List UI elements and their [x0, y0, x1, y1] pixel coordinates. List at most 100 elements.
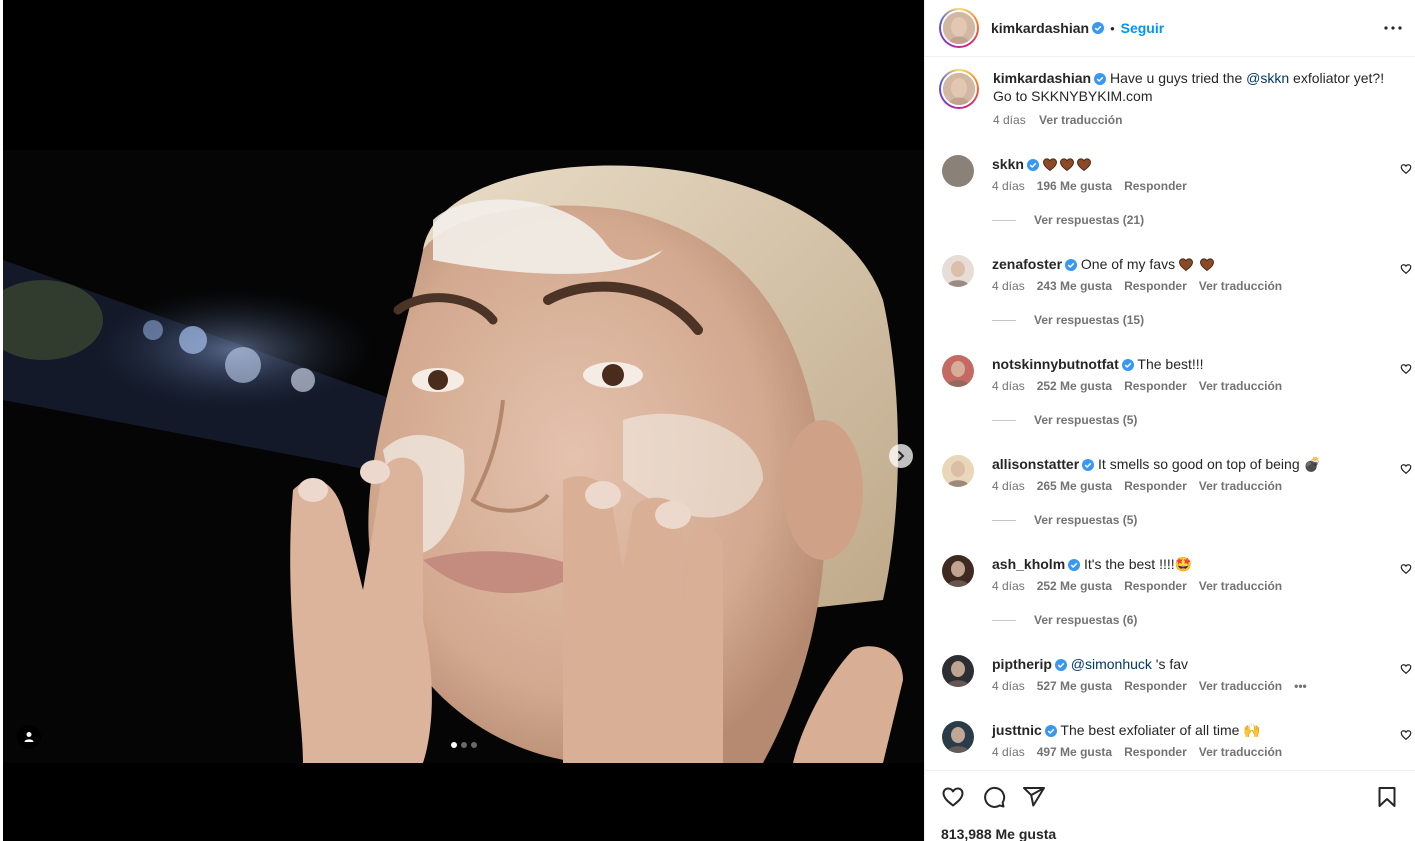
- tagged-users-button[interactable]: [17, 725, 41, 749]
- commenter-username[interactable]: zenafoster: [992, 256, 1062, 272]
- commenter-avatar[interactable]: [942, 355, 974, 387]
- comment-timestamp[interactable]: 4 días: [992, 179, 1025, 193]
- comment-like-heart-icon[interactable]: [1400, 163, 1412, 175]
- view-replies-button[interactable]: Ver respuestas (5): [992, 513, 1137, 527]
- post-media-panel: [0, 0, 924, 841]
- caption-username[interactable]: kimkardashian: [993, 70, 1091, 86]
- comment-like-count[interactable]: 196 Me gusta: [1037, 179, 1112, 193]
- commenter-username[interactable]: ash_kholm: [992, 556, 1065, 572]
- comment-like-heart-icon[interactable]: [1400, 363, 1412, 375]
- view-replies-button[interactable]: Ver respuestas (21): [992, 213, 1144, 227]
- comment-like-count[interactable]: 243 Me gusta: [1037, 279, 1112, 293]
- comment-more-options[interactable]: •••: [1294, 679, 1307, 693]
- comment-timestamp[interactable]: 4 días: [992, 579, 1025, 593]
- comment-like-heart-icon[interactable]: [1400, 263, 1412, 275]
- comment-meta: 4 días 196 Me gusta Responder: [992, 179, 1199, 193]
- brown-heart-icon: [1199, 258, 1214, 271]
- commenter-username[interactable]: piptherip: [992, 656, 1052, 672]
- comment-body: notskinnybutnotfat The best!!!: [992, 355, 1372, 373]
- post-photo[interactable]: [3, 150, 924, 763]
- commenter-username[interactable]: notskinnybutnotfat: [992, 356, 1119, 372]
- more-options-button[interactable]: [1381, 16, 1405, 40]
- carousel-next-button[interactable]: [889, 444, 913, 468]
- reply-button[interactable]: Responder: [1124, 179, 1187, 193]
- caption-translate-link[interactable]: Ver traducción: [1039, 113, 1122, 127]
- commenter-username[interactable]: allisonstatter: [992, 456, 1079, 472]
- commenter-username[interactable]: justtnic: [992, 722, 1042, 738]
- caption-text-start: Have u guys tried the: [1109, 70, 1247, 86]
- post-caption: kimkardashian Have u guys tried the @skk…: [939, 69, 1399, 129]
- translate-link[interactable]: Ver traducción: [1199, 745, 1282, 759]
- view-replies-button[interactable]: Ver respuestas (5): [992, 413, 1137, 427]
- commenter-avatar[interactable]: [942, 655, 974, 687]
- commenter-avatar[interactable]: [942, 455, 974, 487]
- commenter-avatar[interactable]: [942, 155, 974, 187]
- comment-text: It's the best !!!!🤩: [1084, 556, 1193, 572]
- view-replies-button[interactable]: Ver respuestas (15): [992, 313, 1144, 327]
- comment-body: skkn: [992, 155, 1372, 173]
- commenter-avatar[interactable]: [942, 721, 974, 753]
- translate-link[interactable]: Ver traducción: [1199, 679, 1282, 693]
- comment-body: allisonstatter It smells so good on top …: [992, 455, 1372, 473]
- comment-like-heart-icon[interactable]: [1400, 663, 1412, 675]
- reply-button[interactable]: Responder: [1124, 679, 1187, 693]
- view-replies-label: Ver respuestas (15): [1034, 313, 1145, 327]
- view-replies-button[interactable]: Ver respuestas (6): [992, 613, 1137, 627]
- author-username[interactable]: kimkardashian: [991, 20, 1089, 36]
- comments-section[interactable]: kimkardashian Have u guys tried the @skk…: [925, 57, 1415, 769]
- like-heart-icon[interactable]: [941, 785, 965, 809]
- likes-count[interactable]: 813,988 Me gusta: [941, 826, 1056, 841]
- comment-timestamp[interactable]: 4 días: [992, 479, 1025, 493]
- caption-timestamp[interactable]: 4 días: [993, 113, 1026, 127]
- caption-mention-link[interactable]: @skkn: [1246, 70, 1289, 86]
- comment-text: 's fav: [1151, 656, 1189, 672]
- reply-button[interactable]: Responder: [1124, 745, 1187, 759]
- comment-like-count[interactable]: 252 Me gusta: [1037, 379, 1112, 393]
- view-replies-label: Ver respuestas (5): [1034, 513, 1138, 527]
- comment-like-count[interactable]: 252 Me gusta: [1037, 579, 1112, 593]
- comment-like-heart-icon[interactable]: [1400, 729, 1412, 741]
- comment-text: The best!!!: [1137, 356, 1204, 372]
- comment-timestamp[interactable]: 4 días: [992, 679, 1025, 693]
- comment-timestamp[interactable]: 4 días: [992, 379, 1025, 393]
- commenter-avatar-image: [942, 255, 974, 287]
- comment-like-count[interactable]: 265 Me gusta: [1037, 479, 1112, 493]
- caption-author-avatar[interactable]: [939, 69, 979, 109]
- reply-button[interactable]: Responder: [1124, 279, 1187, 293]
- comment-mention-link[interactable]: @simonhuck: [1071, 656, 1152, 672]
- view-replies-label: Ver respuestas (21): [1034, 213, 1145, 227]
- comment-like-heart-icon[interactable]: [1400, 463, 1412, 475]
- reply-button[interactable]: Responder: [1124, 379, 1187, 393]
- save-bookmark-icon[interactable]: [1375, 785, 1399, 809]
- follow-button[interactable]: Seguir: [1121, 20, 1165, 36]
- more-horizontal-icon: [1384, 26, 1402, 30]
- comment-like-count[interactable]: 527 Me gusta: [1037, 679, 1112, 693]
- comment-meta: 4 días 252 Me gusta Responder Ver traducció…: [992, 379, 1294, 393]
- comment-body: zenafoster One of my favs: [992, 255, 1372, 273]
- comment-text: One of my favs: [1080, 256, 1176, 272]
- verified-badge-icon: [1065, 259, 1078, 272]
- view-replies-label: Ver respuestas (6): [1034, 613, 1138, 627]
- translate-link[interactable]: Ver traducción: [1199, 579, 1282, 593]
- comment-meta: 4 días 527 Me gusta Responder Ver traducció…: [992, 679, 1319, 693]
- commenter-avatar[interactable]: [942, 555, 974, 587]
- author-avatar[interactable]: [939, 8, 979, 48]
- comment-timestamp[interactable]: 4 días: [992, 745, 1025, 759]
- comment-like-heart-icon[interactable]: [1400, 563, 1412, 575]
- comment-meta: 4 días 252 Me gusta Responder Ver traducció…: [992, 579, 1294, 593]
- comment-bubble-icon[interactable]: [982, 785, 1006, 809]
- translate-link[interactable]: Ver traducción: [1199, 279, 1282, 293]
- comment-timestamp[interactable]: 4 días: [992, 279, 1025, 293]
- commenter-username[interactable]: skkn: [992, 156, 1024, 172]
- translate-link[interactable]: Ver traducción: [1199, 379, 1282, 393]
- translate-link[interactable]: Ver traducción: [1199, 479, 1282, 493]
- verified-badge-icon: [1068, 559, 1081, 572]
- share-send-icon[interactable]: [1022, 785, 1046, 809]
- verified-badge-icon: [1092, 22, 1105, 34]
- reply-button[interactable]: Responder: [1124, 479, 1187, 493]
- verified-badge-icon: [1044, 725, 1057, 738]
- reply-button[interactable]: Responder: [1124, 579, 1187, 593]
- commenter-avatar[interactable]: [942, 255, 974, 287]
- brown-heart-icon: [1076, 158, 1091, 171]
- comment-like-count[interactable]: 497 Me gusta: [1037, 745, 1112, 759]
